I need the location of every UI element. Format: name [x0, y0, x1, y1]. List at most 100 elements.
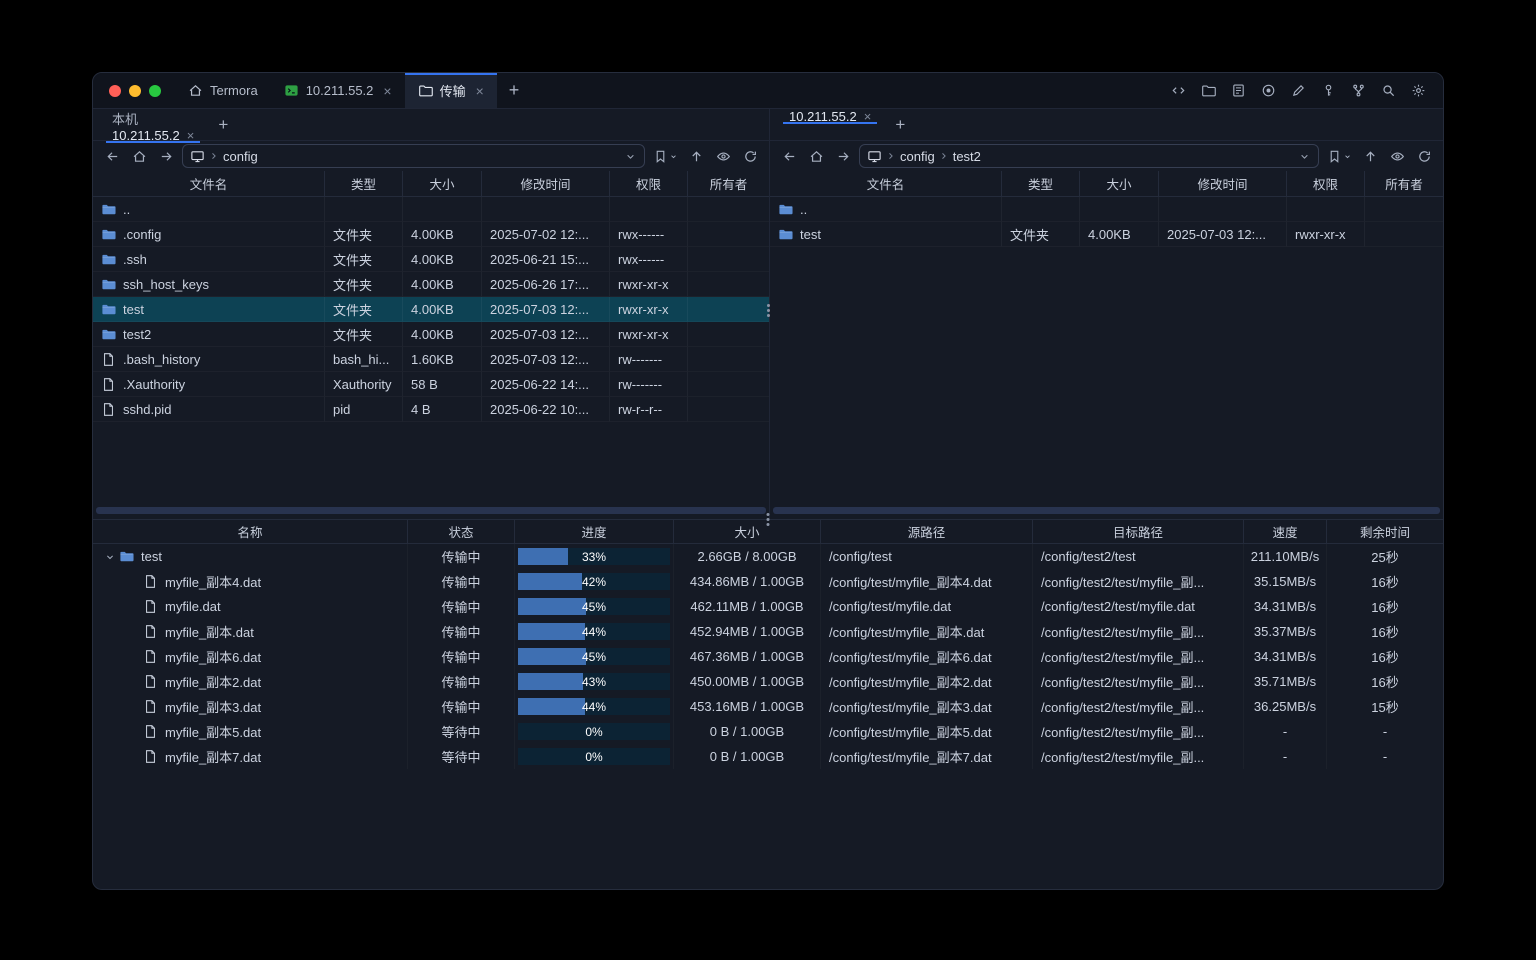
file-permissions [1287, 197, 1365, 222]
folder-icon [101, 227, 116, 242]
branch-button[interactable] [1346, 78, 1371, 103]
transfer-name: myfile.dat [165, 599, 221, 614]
window-tab-10.211.55.2[interactable]: 10.211.55.2× [271, 73, 405, 108]
home-button[interactable] [805, 145, 827, 167]
horizontal-scrollbar[interactable] [773, 507, 1440, 514]
file-row[interactable]: .config文件夹4.00KB2025-07-02 12:...rwx----… [93, 222, 769, 247]
column-header[interactable]: 所有者 [1365, 171, 1443, 196]
key-button[interactable] [1316, 78, 1341, 103]
column-header[interactable]: 修改时间 [1159, 171, 1287, 196]
panel-tab-本机[interactable]: 本机 [99, 109, 207, 128]
show-hidden-files-button[interactable] [712, 145, 734, 167]
path-dropdown-chevron-icon[interactable] [1298, 150, 1311, 163]
file-row[interactable]: .XauthorityXauthority58 B2025-06-22 14:.… [93, 372, 769, 397]
column-header[interactable]: 大小 [403, 171, 482, 196]
forward-button[interactable] [155, 145, 177, 167]
bookmark-button[interactable] [1324, 145, 1354, 167]
minimize-window-button[interactable] [129, 85, 141, 97]
column-header[interactable]: 所有者 [688, 171, 769, 196]
file-row[interactable]: test文件夹4.00KB2025-07-03 12:...rwxr-xr-x [93, 297, 769, 322]
transfer-row[interactable]: myfile_副本6.dat传输中45%467.36MB / 1.00GB/co… [93, 644, 1443, 669]
close-tab-icon[interactable]: × [187, 128, 195, 143]
panel-tab-10.211.55.2[interactable]: 10.211.55.2× [776, 109, 884, 124]
column-header[interactable]: 权限 [1287, 171, 1365, 196]
back-button[interactable] [778, 145, 800, 167]
transfer-row[interactable]: myfile.dat传输中45%462.11MB / 1.00GB/config… [93, 594, 1443, 619]
transfer-row[interactable]: myfile_副本3.dat传输中44%453.16MB / 1.00GB/co… [93, 694, 1443, 719]
record-button[interactable] [1256, 78, 1281, 103]
path-segment[interactable]: config [223, 149, 258, 164]
refresh-button[interactable] [1413, 145, 1435, 167]
path-segment[interactable]: config [900, 149, 935, 164]
path-breadcrumb[interactable]: config [182, 144, 645, 168]
column-header[interactable]: 类型 [325, 171, 403, 196]
file-row[interactable]: test文件夹4.00KB2025-07-03 12:...rwxr-xr-x [770, 222, 1443, 247]
column-header[interactable]: 权限 [610, 171, 688, 196]
folder-o-icon [1201, 83, 1216, 98]
parent-directory-button[interactable] [685, 145, 707, 167]
column-header[interactable]: 状态 [408, 520, 515, 543]
column-header[interactable]: 进度 [515, 520, 674, 543]
back-button[interactable] [101, 145, 123, 167]
column-header[interactable]: 速度 [1244, 520, 1327, 543]
file-name: .. [800, 202, 807, 217]
code-button[interactable] [1166, 78, 1191, 103]
transfer-remaining: - [1327, 719, 1443, 744]
file-row[interactable]: sshd.pidpid4 B2025-06-22 10:...rw-r--r-- [93, 397, 769, 422]
close-tab-icon[interactable]: × [383, 84, 391, 98]
bookmark-icon [1327, 149, 1342, 164]
path-dropdown-chevron-icon[interactable] [624, 150, 637, 163]
close-tab-icon[interactable]: × [864, 109, 872, 124]
bookmark-button[interactable] [650, 145, 680, 167]
home-button[interactable] [128, 145, 150, 167]
close-tab-icon[interactable]: × [476, 84, 484, 98]
file-row[interactable]: test2文件夹4.00KB2025-07-03 12:...rwxr-xr-x [93, 322, 769, 347]
zoom-window-button[interactable] [149, 85, 161, 97]
transfer-row[interactable]: myfile_副本.dat传输中44%452.94MB / 1.00GB/con… [93, 619, 1443, 644]
file-row[interactable]: .ssh文件夹4.00KB2025-06-21 15:...rwx------ [93, 247, 769, 272]
new-panel-tab-button[interactable]: + [207, 109, 239, 140]
parent-directory-button[interactable] [1359, 145, 1381, 167]
path-segment[interactable]: test2 [953, 149, 981, 164]
column-header[interactable]: 文件名 [93, 171, 325, 196]
new-panel-tab-button[interactable]: + [884, 109, 916, 140]
show-hidden-files-button[interactable] [1386, 145, 1408, 167]
column-header[interactable]: 大小 [674, 520, 821, 543]
path-breadcrumb[interactable]: config test2 [859, 144, 1319, 168]
transfer-row[interactable]: myfile_副本7.dat等待中0%0 B / 1.00GB/config/t… [93, 744, 1443, 769]
column-header[interactable]: 类型 [1002, 171, 1080, 196]
horizontal-scrollbar[interactable] [96, 507, 766, 514]
search-button[interactable] [1376, 78, 1401, 103]
window-tab-Termora[interactable]: Termora [175, 73, 271, 108]
target-path: /config/test2/test/myfile.dat [1033, 594, 1244, 619]
edit-button[interactable] [1286, 78, 1311, 103]
file-row[interactable]: .. [770, 197, 1443, 222]
transfer-row[interactable]: myfile_副本5.dat等待中0%0 B / 1.00GB/config/t… [93, 719, 1443, 744]
column-header[interactable]: 文件名 [770, 171, 1002, 196]
column-header[interactable]: 源路径 [821, 520, 1033, 543]
file-row[interactable]: .bash_historybash_hi...1.60KB2025-07-03 … [93, 347, 769, 372]
column-header[interactable]: 修改时间 [482, 171, 610, 196]
window-tab-传输[interactable]: 传输× [405, 73, 497, 108]
transfer-size: 0 B / 1.00GB [674, 744, 821, 769]
log-button[interactable] [1226, 78, 1251, 103]
forward-button[interactable] [832, 145, 854, 167]
file-row[interactable]: .. [93, 197, 769, 222]
column-header[interactable]: 目标路径 [1033, 520, 1244, 543]
transfer-row[interactable]: test传输中33%2.66GB / 8.00GB/config/test/co… [93, 544, 1443, 569]
file-mtime: 2025-07-03 12:... [482, 347, 610, 372]
file-row[interactable]: ssh_host_keys文件夹4.00KB2025-06-26 17:...r… [93, 272, 769, 297]
transfer-splitter-grip[interactable] [767, 513, 770, 526]
column-header[interactable]: 大小 [1080, 171, 1159, 196]
collapse-chevron-icon[interactable] [101, 551, 119, 563]
close-window-button[interactable] [109, 85, 121, 97]
new-window-tab-button[interactable]: + [497, 73, 532, 108]
column-header[interactable]: 剩余时间 [1327, 520, 1443, 543]
column-header[interactable]: 名称 [93, 520, 408, 543]
panel-tab-10.211.55.2[interactable]: 10.211.55.2× [99, 128, 207, 143]
refresh-button[interactable] [739, 145, 761, 167]
settings-button[interactable] [1406, 78, 1431, 103]
transfer-row[interactable]: myfile_副本2.dat传输中43%450.00MB / 1.00GB/co… [93, 669, 1443, 694]
transfer-row[interactable]: myfile_副本4.dat传输中42%434.86MB / 1.00GB/co… [93, 569, 1443, 594]
folder-o-button[interactable] [1196, 78, 1221, 103]
